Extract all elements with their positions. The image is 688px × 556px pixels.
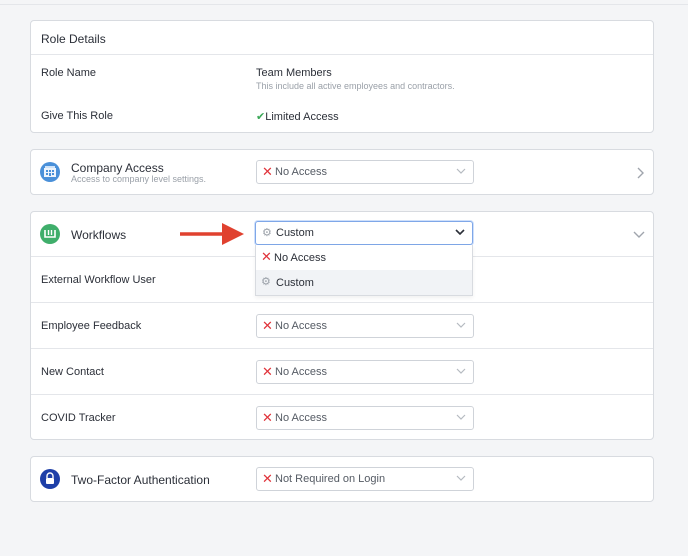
chevron-down-icon [456, 414, 466, 420]
chevron-right-icon[interactable] [637, 167, 644, 179]
gear-icon: ⚙ [262, 227, 272, 239]
covid-tracker-value: No Access [275, 412, 327, 424]
covid-tracker-select[interactable]: ✕ No Access [256, 406, 474, 430]
chevron-down-icon[interactable] [633, 231, 645, 238]
two-factor-card: Two-Factor Authentication ✕ Not Required… [30, 456, 654, 502]
dropdown-option-no-access[interactable]: ✕ No Access [256, 245, 472, 270]
role-name-description: This include all active employees and co… [256, 81, 455, 91]
divider [31, 394, 653, 395]
company-access-value: No Access [275, 166, 327, 178]
covid-tracker-label: COVID Tracker [41, 412, 116, 424]
x-icon: ✕ [262, 410, 273, 425]
dropdown-option-label: No Access [274, 252, 326, 264]
x-icon: ✕ [262, 164, 273, 179]
give-role-label: Give This Role [41, 110, 113, 122]
role-name-value: Team Members [256, 67, 332, 79]
workflows-title: Workflows [71, 228, 127, 242]
new-contact-value: No Access [275, 366, 327, 378]
x-icon: ✕ [261, 249, 272, 264]
external-workflow-user-label: External Workflow User [41, 274, 156, 286]
chevron-down-icon [456, 475, 466, 481]
check-icon: ✔ [256, 111, 266, 123]
role-details-header: Role Details [41, 32, 106, 46]
company-access-description: Access to company level settings. [71, 174, 207, 184]
two-factor-value: Not Required on Login [275, 473, 386, 485]
chevron-down-icon [456, 322, 466, 328]
employee-feedback-select[interactable]: ✕ No Access [256, 314, 474, 338]
chevron-down-icon [455, 229, 465, 235]
give-role-value-text: Limited Access [265, 111, 339, 123]
company-access-title: Company Access [71, 161, 164, 175]
divider [31, 54, 653, 55]
x-icon: ✕ [262, 318, 273, 333]
role-name-label: Role Name [41, 67, 97, 79]
divider [31, 302, 653, 303]
workflow-icon [40, 224, 60, 244]
company-access-select[interactable]: ✕ No Access [256, 160, 474, 184]
x-icon: ✕ [262, 471, 273, 486]
top-border [0, 0, 688, 5]
red-arrow [180, 223, 244, 245]
building-icon [40, 162, 60, 182]
new-contact-select[interactable]: ✕ No Access [256, 360, 474, 384]
employee-feedback-label: Employee Feedback [41, 320, 142, 332]
chevron-down-icon [456, 168, 466, 174]
employee-feedback-value: No Access [275, 320, 327, 332]
x-icon: ✕ [262, 364, 273, 379]
company-access-card[interactable]: Company Access Access to company level s… [30, 149, 654, 195]
new-contact-label: New Contact [41, 366, 104, 378]
role-details-card: Role Details Role Name Team Members This… [30, 20, 654, 133]
divider [31, 348, 653, 349]
two-factor-title: Two-Factor Authentication [71, 473, 210, 487]
dropdown-option-label: Custom [276, 277, 314, 289]
two-factor-select[interactable]: ✕ Not Required on Login [256, 467, 474, 491]
workflows-select[interactable]: ⚙ Custom [255, 221, 473, 245]
chevron-down-icon [456, 368, 466, 374]
workflows-dropdown-menu: ✕ No Access ⚙ Custom [255, 245, 473, 296]
gear-icon: ⚙ [261, 276, 271, 288]
workflows-value: Custom [276, 227, 314, 239]
give-role-value: ✔Limited Access [256, 110, 339, 123]
dropdown-option-custom[interactable]: ⚙ Custom [256, 270, 472, 295]
lock-icon [40, 469, 60, 489]
